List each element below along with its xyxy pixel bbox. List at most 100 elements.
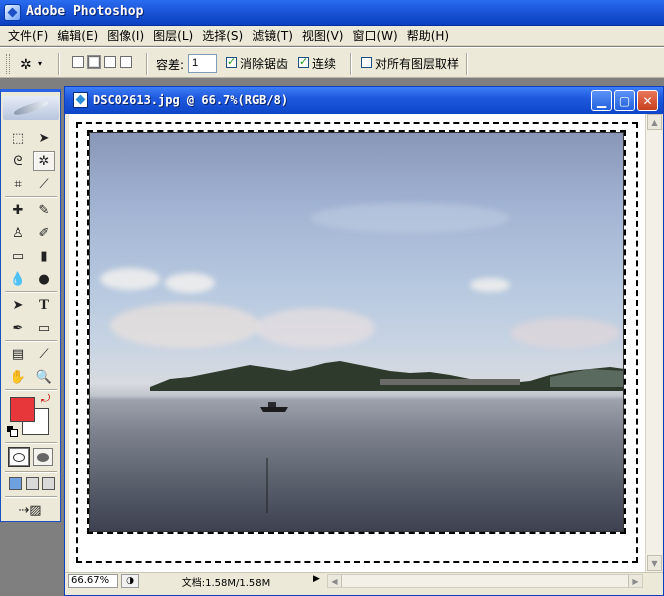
hand-tool-icon[interactable]: ✋: [7, 367, 29, 387]
tool-preset-picker[interactable]: ✲ ▾: [16, 53, 46, 74]
selection-marquee-inner: [87, 130, 626, 534]
crop-tool-icon[interactable]: ⌗: [7, 174, 29, 194]
intersect-selection-button[interactable]: [120, 56, 132, 68]
rectangle-tool-icon[interactable]: ▭: [33, 318, 55, 338]
document-icon: [73, 92, 88, 108]
standard-screen-mode-button[interactable]: [9, 477, 22, 490]
maximize-icon: ▢: [618, 93, 631, 108]
dodge-tool-icon[interactable]: ●: [33, 269, 55, 289]
new-selection-button[interactable]: [72, 56, 84, 68]
path-selection-tool-icon[interactable]: ➤: [7, 295, 29, 315]
scroll-up-icon[interactable]: ▲: [647, 114, 662, 130]
tolerance-input[interactable]: 1: [188, 54, 217, 73]
menu-window[interactable]: 窗口(W): [348, 27, 401, 44]
quick-mask-mode-button[interactable]: [33, 448, 53, 466]
healing-brush-tool-icon[interactable]: ✚: [7, 200, 29, 220]
lasso-tool-icon[interactable]: ᘓ: [7, 151, 29, 171]
minimize-button[interactable]: ▁: [591, 90, 612, 111]
scroll-left-icon[interactable]: ◀: [328, 575, 342, 587]
full-screen-mode-button[interactable]: [42, 477, 55, 490]
sample-all-layers-checkbox[interactable]: [361, 57, 372, 68]
foreground-color-swatch[interactable]: [10, 397, 35, 422]
zoom-tool-icon[interactable]: 🔍: [33, 367, 55, 387]
document-size-info: 文档:1.58M/1.58M: [181, 578, 271, 589]
menu-help[interactable]: 帮助(H): [403, 27, 453, 44]
status-bar: 66.67% ◑ 文档:1.58M/1.58M ▶ ◀ ▶: [65, 572, 663, 589]
eyedropper-tool-icon[interactable]: ⟋: [33, 344, 55, 364]
slice-tool-icon[interactable]: ⟋: [33, 174, 55, 194]
move-tool-icon[interactable]: ➤: [33, 128, 55, 148]
chevron-down-icon: ▾: [38, 59, 43, 68]
menu-edit[interactable]: 编辑(E): [53, 27, 102, 44]
horizontal-scrollbar[interactable]: ◀ ▶: [327, 574, 643, 588]
divider: [58, 53, 60, 75]
history-brush-tool-icon[interactable]: ✐: [33, 223, 55, 243]
menu-filter[interactable]: 滤镜(T): [248, 27, 297, 44]
contiguous-checkbox[interactable]: [298, 55, 309, 68]
status-menu-arrow-icon[interactable]: ▶: [313, 574, 325, 588]
minimize-icon: ▁: [596, 93, 607, 108]
document-window: DSC02613.jpg @ 66.7%(RGB/8) ▁ ▢ ✕ ▲ ▼ 66…: [64, 86, 664, 596]
pen-tool-icon[interactable]: ✒: [7, 318, 29, 338]
divider: [5, 389, 57, 391]
contiguous-label: 连续: [312, 57, 337, 71]
zoom-level-field[interactable]: 66.67%: [68, 574, 118, 588]
standard-mode-icon: [13, 452, 25, 462]
scroll-right-icon[interactable]: ▶: [628, 575, 642, 587]
notes-tool-icon[interactable]: ▤: [7, 344, 29, 364]
menu-file[interactable]: 文件(F): [4, 27, 52, 44]
divider: [350, 53, 352, 75]
standard-mode-button[interactable]: [8, 447, 30, 467]
photoshop-feather-logo-icon[interactable]: [3, 96, 59, 120]
divider: [146, 53, 148, 75]
tolerance-label: 容差:: [156, 58, 185, 72]
subtract-from-selection-button[interactable]: [104, 56, 116, 68]
brush-tool-icon[interactable]: ✎: [33, 200, 55, 220]
divider: [5, 496, 57, 498]
marquee-tool-icon[interactable]: ⬚: [7, 128, 29, 148]
maximize-button[interactable]: ▢: [614, 90, 635, 111]
divider: [5, 196, 57, 198]
photoshop-logo-icon: [4, 4, 21, 21]
options-grip[interactable]: [6, 54, 10, 74]
divider: [5, 291, 57, 293]
anti-alias-checkbox[interactable]: [226, 55, 237, 68]
divider: [5, 340, 57, 342]
quick-mask-icon: [37, 452, 49, 462]
gradient-tool-icon[interactable]: ▮: [33, 246, 55, 266]
menu-view[interactable]: 视图(V): [298, 27, 348, 44]
options-bar: ✲ ▾ 容差: 1 消除锯齿 连续 对所有图层取样: [0, 47, 664, 78]
app-title: Adobe Photoshop: [26, 4, 144, 19]
document-title: DSC02613.jpg @ 66.7%(RGB/8): [93, 93, 289, 107]
toolbox: ⬚ ➤ ᘓ ✲ ⌗ ⟋ ✚ ✎ ♙ ✐ ▭ ▮ 💧 ● ➤ T ✒ ▭ ▤ ⟋ …: [0, 89, 61, 522]
menu-layer[interactable]: 图层(L): [149, 27, 197, 44]
close-icon: ✕: [642, 93, 653, 108]
scroll-down-icon[interactable]: ▼: [647, 555, 662, 571]
menu-select[interactable]: 选择(S): [198, 27, 247, 44]
vertical-scrollbar[interactable]: ▲ ▼: [645, 114, 662, 572]
jump-to-imageready-icon[interactable]: ⇢▨: [8, 500, 52, 520]
divider: [5, 442, 57, 444]
default-colors-icon[interactable]: [7, 426, 18, 437]
divider: [466, 53, 468, 75]
full-screen-menu-mode-button[interactable]: [26, 477, 39, 490]
photoshop-app: Adobe Photoshop 文件(F) 编辑(E) 图像(I) 图层(L) …: [0, 0, 664, 596]
swap-colors-icon[interactable]: ⤾: [41, 392, 50, 406]
sample-all-layers-label: 对所有图层取样: [375, 57, 460, 71]
menu-image[interactable]: 图像(I): [103, 27, 148, 44]
add-to-selection-button[interactable]: [87, 55, 101, 69]
canvas-area[interactable]: ➤: [69, 114, 645, 572]
magic-wand-icon: ✲: [20, 57, 32, 73]
anti-alias-label: 消除锯齿: [240, 57, 289, 71]
blur-tool-icon[interactable]: 💧: [7, 269, 29, 289]
clone-stamp-tool-icon[interactable]: ♙: [7, 223, 29, 243]
menu-bar: 文件(F) 编辑(E) 图像(I) 图层(L) 选择(S) 滤镜(T) 视图(V…: [0, 26, 664, 46]
app-titlebar[interactable]: Adobe Photoshop: [0, 0, 664, 26]
divider: [5, 471, 57, 473]
eraser-tool-icon[interactable]: ▭: [7, 246, 29, 266]
status-info-icon[interactable]: ◑: [121, 574, 139, 588]
type-tool-icon[interactable]: T: [33, 295, 55, 315]
document-titlebar[interactable]: DSC02613.jpg @ 66.7%(RGB/8) ▁ ▢ ✕: [65, 87, 663, 114]
close-button[interactable]: ✕: [637, 90, 658, 111]
magic-wand-tool-icon[interactable]: ✲: [33, 151, 55, 171]
